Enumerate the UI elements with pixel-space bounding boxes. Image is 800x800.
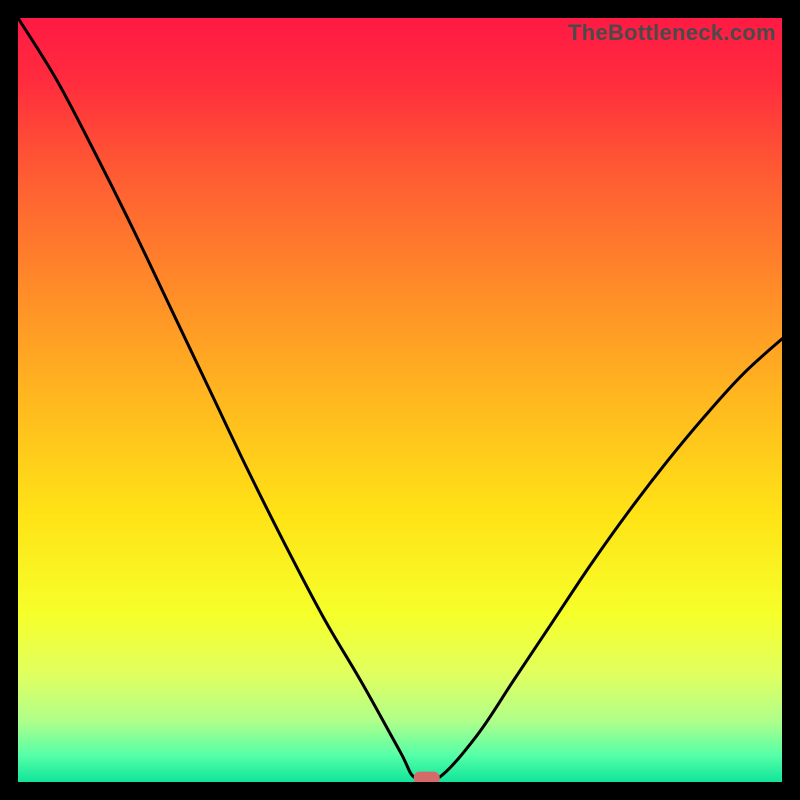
- chart-svg: [18, 18, 782, 782]
- gradient-background: [18, 18, 782, 782]
- watermark-text: TheBottleneck.com: [568, 20, 776, 46]
- optimal-marker: [414, 772, 440, 782]
- chart-frame: TheBottleneck.com: [0, 0, 800, 800]
- plot-area: TheBottleneck.com: [18, 18, 782, 782]
